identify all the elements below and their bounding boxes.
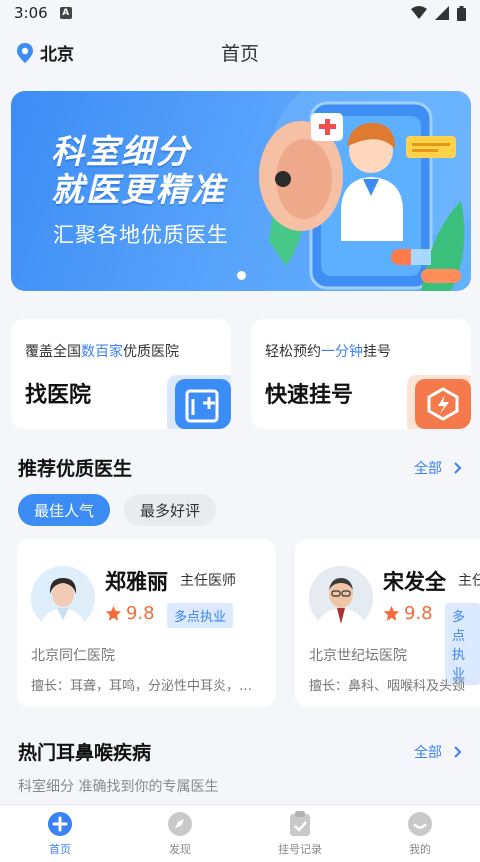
location-pin-icon — [17, 42, 33, 63]
doctor-badge: 多点执业 — [167, 603, 234, 628]
recommend-title: 推荐优质医生 — [18, 458, 133, 480]
doctor-rating: 9.8 — [383, 603, 433, 624]
recommend-more-label: 全部 — [414, 460, 442, 477]
doctor-rating-value: 9.8 — [126, 603, 155, 624]
doctor-rating-value: 9.8 — [404, 603, 433, 624]
tab-discover-label: 发现 — [169, 842, 191, 856]
doctor-title: 主任医师 — [458, 573, 480, 589]
recommend-header: 推荐优质医生 全部 — [18, 454, 462, 481]
doctor-title: 主任医师 — [180, 573, 236, 589]
signal-icon — [435, 6, 449, 20]
quick-register-card[interactable]: 轻松预约一分钟挂号 快速挂号 — [251, 319, 471, 429]
find-hospital-desc: 覆盖全国数百家优质医院 — [25, 344, 179, 360]
star-icon — [105, 605, 122, 621]
tab-home-label: 首页 — [49, 842, 71, 856]
find-hospital-title: 找医院 — [25, 383, 92, 408]
profile-icon — [408, 811, 432, 836]
doctor-card[interactable]: 宋发全 主任医师 9.8 多点执业 北京世纪坛医院 擅长：鼻科、咽喉科及头颈 — [295, 539, 480, 707]
header: 北京 首页 — [0, 26, 480, 78]
doctor-name: 宋发全 — [383, 570, 446, 594]
notification-icon: A — [59, 7, 72, 19]
location-selector[interactable]: 北京 — [16, 40, 74, 65]
avatar — [309, 566, 373, 630]
banner-title-line1: 科室细分 — [51, 132, 191, 171]
sort-chips: 最佳人气 最多好评 — [18, 494, 217, 526]
banner-title-line2: 就医更精准 — [51, 170, 226, 209]
diseases-title: 热门耳鼻喉疾病 — [18, 742, 152, 764]
doctor-specialty: 擅长：鼻科、咽喉科及头颈 — [309, 679, 466, 694]
hospital-icon — [175, 379, 231, 429]
clipboard-icon — [290, 810, 310, 836]
diseases-subtitle: 科室细分 准确找到你的专属医生 — [18, 779, 219, 795]
star-icon — [383, 605, 400, 621]
chip-most-praised[interactable]: 最多好评 — [124, 494, 217, 526]
tab-discover[interactable]: 发现 — [120, 805, 240, 862]
tab-mine-label: 我的 — [409, 842, 431, 856]
quick-register-title: 快速挂号 — [265, 383, 354, 408]
doctor-specialty: 擅长：耳聋，耳鸣，分泌性中耳炎，鼓膜穿孔 — [31, 679, 265, 694]
bottom-tab-bar: 首页 发现 挂号记录 我的 — [0, 804, 480, 862]
tab-records-label: 挂号记录 — [278, 842, 322, 856]
compass-icon — [168, 811, 192, 836]
chip-most-popular[interactable]: 最佳人气 — [18, 494, 111, 526]
status-time: 3:06 — [14, 4, 48, 22]
battery-icon — [457, 5, 466, 21]
tab-home[interactable]: 首页 — [0, 805, 120, 862]
doctor-card[interactable]: 郑雅丽 主任医师 9.8 多点执业 北京同仁医院 擅长：耳聋，耳鸣，分泌性中耳炎… — [17, 539, 276, 707]
wifi-icon — [411, 6, 427, 19]
banner-indicator-dot[interactable] — [237, 271, 246, 280]
chevron-right-icon — [454, 745, 462, 758]
plus-circle-icon — [48, 811, 72, 836]
banner-title: 科室细分 就医更精准 — [51, 133, 226, 209]
avatar — [31, 566, 95, 630]
quick-register-desc: 轻松预约一分钟挂号 — [265, 344, 391, 360]
doctor-hospital: 北京同仁医院 — [31, 648, 115, 664]
location-label: 北京 — [40, 45, 74, 65]
diseases-more-link[interactable]: 全部 — [414, 742, 462, 762]
find-hospital-card[interactable]: 覆盖全国数百家优质医院 找医院 — [11, 319, 231, 429]
chevron-right-icon — [454, 461, 462, 474]
status-bar: 3:06 A — [0, 0, 480, 26]
lightning-icon — [415, 379, 471, 429]
tab-records[interactable]: 挂号记录 — [240, 805, 360, 862]
recommend-more-link[interactable]: 全部 — [414, 458, 462, 478]
doctor-rating: 9.8 — [105, 603, 155, 624]
banner-subtitle: 汇聚各地优质医生 — [53, 223, 229, 247]
diseases-more-label: 全部 — [414, 744, 442, 761]
doctor-badge: 多点执业 — [445, 603, 480, 685]
doctor-name: 郑雅丽 — [105, 570, 168, 594]
doctor-hospital: 北京世纪坛医院 — [309, 648, 407, 664]
diseases-header: 热门耳鼻喉疾病 全部 — [18, 738, 462, 765]
banner[interactable]: 科室细分 就医更精准 汇聚各地优质医生 — [11, 91, 471, 291]
tab-mine[interactable]: 我的 — [360, 805, 480, 862]
